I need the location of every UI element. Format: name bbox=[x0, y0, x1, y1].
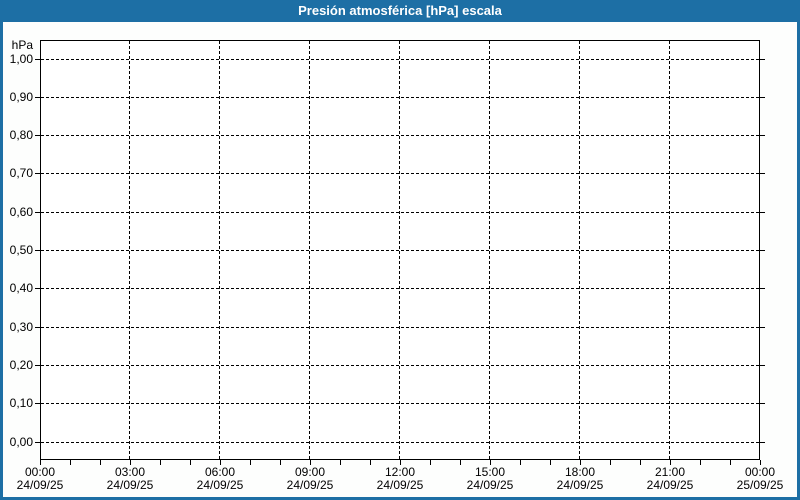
x-tick-date: 24/09/25 bbox=[16, 478, 64, 492]
y-tick-mark-left bbox=[35, 211, 40, 213]
v-gridline bbox=[129, 41, 130, 459]
y-tick-mark-right bbox=[760, 364, 765, 366]
x-tick-label: 12:00 24/09/25 bbox=[355, 466, 445, 492]
x-tick-mark bbox=[310, 460, 311, 465]
x-tick-label: 03:00 24/09/25 bbox=[85, 466, 175, 492]
v-gridline bbox=[309, 41, 310, 459]
y-tick-mark-right bbox=[760, 173, 765, 175]
x-tick-mark bbox=[280, 460, 281, 465]
y-tick-label: 0,40 bbox=[9, 281, 33, 296]
x-tick-label: 21:00 24/09/25 bbox=[625, 466, 715, 492]
x-tick-mark bbox=[100, 460, 101, 465]
x-tick-mark bbox=[700, 460, 701, 465]
h-gridline bbox=[41, 364, 759, 366]
y-axis-unit-label: hPa bbox=[11, 38, 33, 52]
y-tick-label: 0,30 bbox=[9, 319, 33, 334]
y-tick-mark-left bbox=[35, 326, 40, 328]
y-tick-label: 0,50 bbox=[9, 243, 33, 257]
x-tick-date: 25/09/25 bbox=[736, 478, 784, 492]
x-tick-date: 24/09/25 bbox=[466, 478, 514, 492]
x-tick-mark bbox=[640, 460, 641, 465]
x-tick-mark bbox=[220, 460, 221, 465]
v-gridline bbox=[219, 41, 220, 459]
y-tick-mark-left bbox=[35, 441, 40, 443]
x-tick-date: 24/09/25 bbox=[196, 478, 244, 492]
y-tick-mark-left bbox=[35, 96, 40, 98]
x-tick-date: 24/09/25 bbox=[646, 478, 694, 492]
h-gridline bbox=[41, 173, 759, 175]
h-gridline bbox=[41, 326, 759, 328]
y-tick-mark-right bbox=[760, 250, 765, 251]
x-tick-mark bbox=[460, 460, 461, 465]
x-tick-mark bbox=[580, 460, 581, 465]
y-tick-mark-right bbox=[760, 288, 765, 290]
x-tick-label: 18:00 24/09/25 bbox=[535, 466, 625, 492]
h-gridline bbox=[41, 211, 759, 213]
h-gridline bbox=[41, 135, 759, 137]
y-tick-mark-left bbox=[35, 58, 40, 60]
y-tick-label: 0,90 bbox=[9, 89, 33, 104]
v-gridline bbox=[669, 41, 670, 459]
y-tick-mark-right bbox=[760, 403, 765, 405]
x-tick-mark bbox=[340, 460, 341, 465]
v-gridline bbox=[489, 41, 490, 459]
chart-window: Presión atmosférica [hPa] escala hPa 1,0… bbox=[0, 0, 800, 500]
y-tick-mark-left bbox=[35, 173, 40, 175]
x-tick-mark bbox=[370, 460, 371, 465]
y-tick-mark-right bbox=[760, 441, 765, 443]
x-tick-date: 24/09/25 bbox=[556, 478, 604, 492]
x-tick-mark bbox=[190, 460, 191, 465]
v-gridline bbox=[579, 41, 580, 459]
x-tick-mark bbox=[430, 460, 431, 465]
y-tick-mark-right bbox=[760, 96, 765, 98]
x-tick-label: 00:00 25/09/25 bbox=[715, 466, 800, 492]
x-tick-mark bbox=[760, 460, 761, 465]
y-tick-mark-left bbox=[35, 135, 40, 137]
y-tick-label: 0,80 bbox=[9, 128, 33, 143]
window-title: Presión atmosférica [hPa] escala bbox=[298, 3, 502, 18]
x-tick-date: 24/09/25 bbox=[286, 478, 334, 492]
y-tick-mark-right bbox=[760, 135, 765, 137]
y-tick-mark-left bbox=[35, 288, 40, 290]
x-tick-date: 24/09/25 bbox=[106, 478, 154, 492]
y-tick-mark-right bbox=[760, 58, 765, 60]
y-tick-label: 0,60 bbox=[9, 204, 33, 219]
h-gridline bbox=[41, 96, 759, 98]
h-gridline bbox=[41, 441, 759, 443]
y-tick-label: 0,00 bbox=[9, 434, 33, 449]
x-tick-mark bbox=[70, 460, 71, 465]
x-tick-label: 09:00 24/09/25 bbox=[265, 466, 355, 492]
x-tick-label: 00:00 24/09/25 bbox=[0, 466, 85, 492]
x-tick-label: 15:00 24/09/25 bbox=[445, 466, 535, 492]
window-title-bar: Presión atmosférica [hPa] escala bbox=[0, 0, 800, 22]
x-tick-mark bbox=[250, 460, 251, 465]
y-tick-label: 1,00 bbox=[9, 51, 33, 66]
y-tick-label: 0,70 bbox=[9, 166, 33, 181]
h-gridline bbox=[41, 288, 759, 290]
y-tick-label: 0,20 bbox=[9, 357, 33, 372]
x-tick-mark bbox=[730, 460, 731, 465]
x-tick-mark bbox=[550, 460, 551, 465]
x-tick-label: 06:00 24/09/25 bbox=[175, 466, 265, 492]
x-tick-mark bbox=[670, 460, 671, 465]
x-tick-mark bbox=[130, 460, 131, 465]
y-tick-mark-left bbox=[35, 364, 40, 366]
y-tick-mark-right bbox=[760, 326, 765, 328]
h-gridline bbox=[41, 250, 759, 251]
h-gridline bbox=[41, 58, 759, 60]
x-tick-mark bbox=[160, 460, 161, 465]
y-tick-mark-right bbox=[760, 211, 765, 213]
x-tick-date: 24/09/25 bbox=[376, 478, 424, 492]
x-tick-mark bbox=[490, 460, 491, 465]
y-tick-mark-left bbox=[35, 403, 40, 405]
x-tick-mark bbox=[400, 460, 401, 465]
h-gridline bbox=[41, 403, 759, 405]
v-gridline bbox=[399, 41, 400, 459]
x-tick-mark bbox=[520, 460, 521, 465]
y-tick-mark-left bbox=[35, 250, 40, 251]
y-tick-label: 0,10 bbox=[9, 396, 33, 411]
x-tick-mark bbox=[610, 460, 611, 465]
x-tick-mark bbox=[40, 460, 41, 465]
